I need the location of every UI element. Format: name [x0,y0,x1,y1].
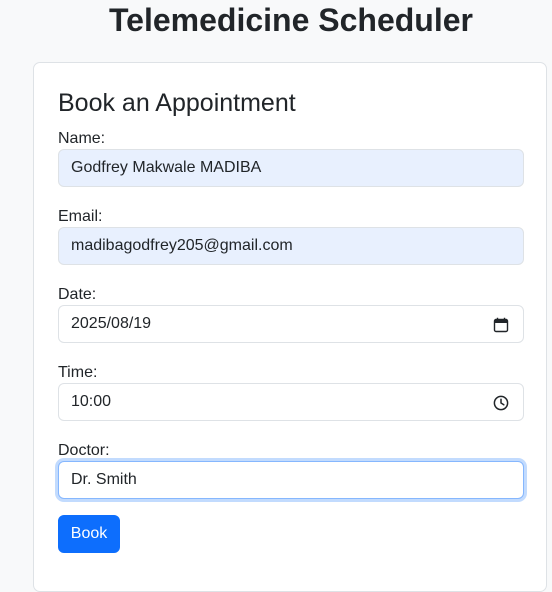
time-field[interactable]: 10:00 [58,383,524,421]
appointment-form-card: Book an Appointment Name: Godfrey Makwal… [33,62,547,592]
doctor-value: Dr. Smith [71,471,137,488]
name-label: Name: [58,130,106,147]
clock-icon[interactable] [493,395,509,411]
doctor-label: Doctor: [58,442,110,459]
email-value: madibagodfrey205@gmail.com [71,237,293,254]
book-button[interactable]: Book [58,515,120,553]
email-field[interactable]: madibagodfrey205@gmail.com [58,227,524,265]
form-heading: Book an Appointment [58,89,296,117]
calendar-icon[interactable] [493,317,509,333]
doctor-field[interactable]: Dr. Smith [58,461,524,499]
date-field[interactable]: 2025/08/19 [58,305,524,343]
date-label: Date: [58,286,97,303]
date-value: 2025/08/19 [71,315,152,332]
time-label: Time: [58,364,98,381]
name-field[interactable]: Godfrey Makwale MADIBA [58,149,524,187]
name-value: Godfrey Makwale MADIBA [71,159,262,176]
time-value: 10:00 [71,393,112,410]
email-label: Email: [58,208,103,225]
page-title: Telemedicine Scheduler [109,2,473,38]
